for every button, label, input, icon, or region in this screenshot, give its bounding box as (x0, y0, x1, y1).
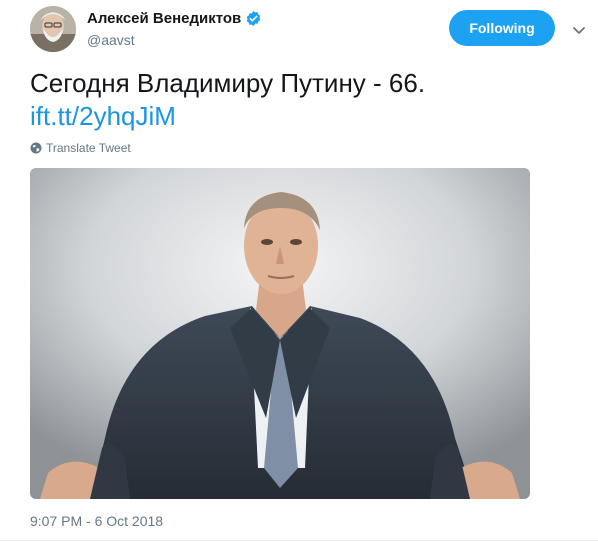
tweet-text: Сегодня Владимиру Путину - 66. ift.tt/2y… (30, 67, 570, 133)
name-row: Алексей Венедиктов (87, 8, 262, 28)
tweet-link[interactable]: ift.tt/2yhqJiM (30, 100, 570, 133)
portrait-image (30, 168, 530, 499)
tweet-timestamp[interactable]: 9:07 PM - 6 Oct 2018 (30, 513, 163, 529)
tweet-photo[interactable] (30, 168, 530, 499)
following-button[interactable]: Following (449, 10, 555, 46)
translate-label: Translate Tweet (46, 141, 131, 155)
globe-icon (30, 142, 42, 154)
verified-badge-icon (245, 10, 262, 27)
chevron-down-icon[interactable] (571, 22, 587, 38)
tweet-card: Алексей Венедиктов @aavst Following Сего… (0, 0, 598, 542)
avatar[interactable] (30, 6, 76, 52)
user-handle[interactable]: @aavst (87, 32, 262, 48)
display-name[interactable]: Алексей Венедиктов (87, 10, 241, 27)
user-info: Алексей Венедиктов @aavst (87, 8, 262, 48)
tweet-body: Сегодня Владимиру Путину - 66. (30, 68, 426, 98)
avatar-photo (30, 6, 76, 52)
divider (0, 540, 598, 541)
translate-tweet-link[interactable]: Translate Tweet (30, 141, 131, 155)
